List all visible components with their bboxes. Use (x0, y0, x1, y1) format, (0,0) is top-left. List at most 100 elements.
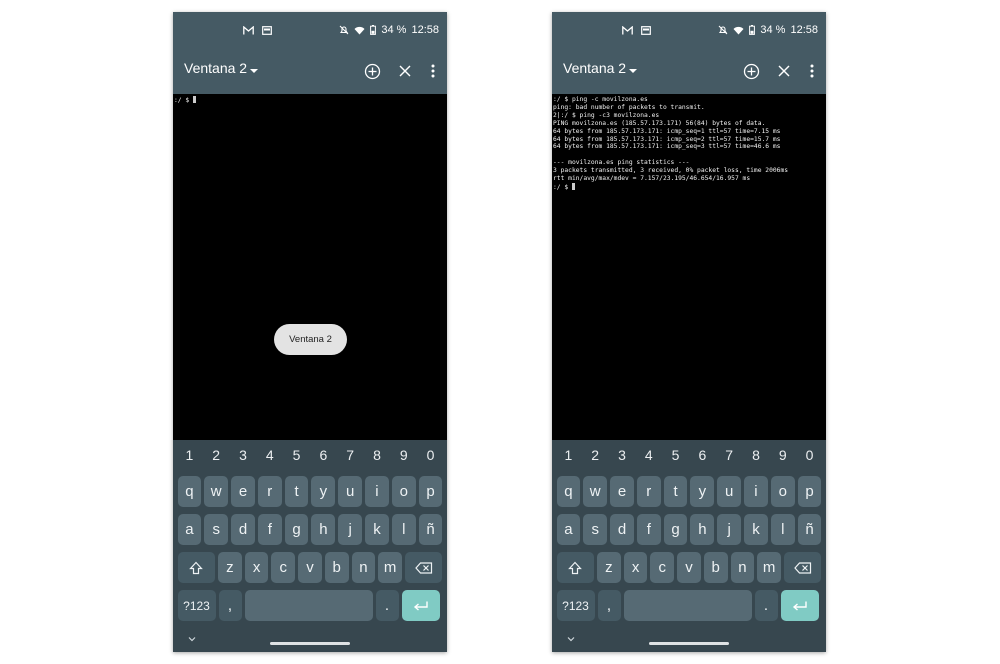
shift-key[interactable] (556, 552, 595, 583)
key-w[interactable]: w (204, 476, 229, 507)
chevron-down-icon[interactable] (566, 634, 576, 644)
key-p[interactable]: p (797, 476, 822, 507)
period-key[interactable]: . (375, 590, 399, 621)
key-n[interactable]: n (730, 552, 755, 583)
key-k[interactable]: k (365, 514, 389, 545)
gesture-handle[interactable] (270, 642, 350, 645)
key-b[interactable]: b (703, 552, 728, 583)
key-r[interactable]: r (636, 476, 661, 507)
key-s[interactable]: s (583, 514, 608, 545)
key-f[interactable]: f (257, 514, 282, 545)
symbols-key[interactable]: ?123 (177, 590, 216, 621)
key-y[interactable]: y (311, 476, 336, 507)
key-1[interactable]: 1 (176, 447, 202, 463)
key-9[interactable]: 9 (391, 447, 417, 463)
key-n[interactable]: n (351, 552, 376, 583)
enter-key[interactable] (780, 590, 819, 621)
period-key[interactable]: . (754, 590, 778, 621)
key-6[interactable]: 6 (310, 447, 336, 463)
key-d[interactable]: d (610, 514, 634, 545)
key-8[interactable]: 8 (743, 447, 769, 463)
comma-key[interactable]: , (218, 590, 242, 621)
add-window-button[interactable] (739, 59, 763, 83)
key-p[interactable]: p (418, 476, 443, 507)
key-h[interactable]: h (311, 514, 336, 545)
more-options-button[interactable] (421, 59, 445, 83)
key-a[interactable]: a (177, 514, 202, 545)
key-4[interactable]: 4 (257, 447, 283, 463)
key-2[interactable]: 2 (582, 447, 608, 463)
key-o[interactable]: o (770, 476, 795, 507)
key-l[interactable]: l (770, 514, 795, 545)
key-q[interactable]: q (556, 476, 581, 507)
key-u[interactable]: u (338, 476, 363, 507)
key-3[interactable]: 3 (230, 447, 256, 463)
key-m[interactable]: m (378, 552, 402, 583)
space-key[interactable] (244, 590, 373, 621)
key-enye[interactable]: ñ (418, 514, 443, 545)
backspace-key[interactable] (404, 552, 443, 583)
key-d[interactable]: d (231, 514, 255, 545)
gesture-handle[interactable] (649, 642, 729, 645)
comma-key[interactable]: , (597, 590, 621, 621)
key-5[interactable]: 5 (284, 447, 310, 463)
key-4[interactable]: 4 (636, 447, 662, 463)
key-h[interactable]: h (690, 514, 715, 545)
key-u[interactable]: u (717, 476, 742, 507)
backspace-key[interactable] (783, 552, 822, 583)
key-x[interactable]: x (623, 552, 648, 583)
key-enye[interactable]: ñ (797, 514, 822, 545)
add-window-button[interactable] (360, 59, 384, 83)
window-title[interactable]: Ventana 2 (563, 60, 626, 76)
key-7[interactable]: 7 (716, 447, 742, 463)
key-v[interactable]: v (677, 552, 701, 583)
key-c[interactable]: c (271, 552, 296, 583)
terminal-output[interactable]: :/ $ (173, 94, 447, 440)
key-w[interactable]: w (583, 476, 608, 507)
key-0[interactable]: 0 (418, 447, 444, 463)
close-window-button[interactable] (772, 59, 796, 83)
space-key[interactable] (623, 590, 752, 621)
key-i[interactable]: i (365, 476, 389, 507)
key-x[interactable]: x (244, 552, 269, 583)
chevron-down-icon[interactable] (187, 634, 197, 644)
close-window-button[interactable] (393, 59, 417, 83)
more-options-button[interactable] (800, 59, 824, 83)
window-title[interactable]: Ventana 2 (184, 60, 247, 76)
key-m[interactable]: m (757, 552, 781, 583)
key-g[interactable]: g (284, 514, 309, 545)
key-f[interactable]: f (636, 514, 661, 545)
key-t[interactable]: t (663, 476, 688, 507)
key-7[interactable]: 7 (337, 447, 363, 463)
key-c[interactable]: c (650, 552, 675, 583)
symbols-key[interactable]: ?123 (556, 590, 595, 621)
key-1[interactable]: 1 (555, 447, 581, 463)
key-q[interactable]: q (177, 476, 202, 507)
key-2[interactable]: 2 (203, 447, 229, 463)
key-9[interactable]: 9 (770, 447, 796, 463)
key-z[interactable]: z (597, 552, 621, 583)
terminal-output[interactable]: :/ $ ping -c movilzona.es ping: bad numb… (552, 94, 826, 440)
key-l[interactable]: l (391, 514, 416, 545)
key-i[interactable]: i (744, 476, 768, 507)
key-t[interactable]: t (284, 476, 309, 507)
key-6[interactable]: 6 (689, 447, 715, 463)
enter-key[interactable] (401, 590, 440, 621)
key-z[interactable]: z (218, 552, 242, 583)
key-5[interactable]: 5 (663, 447, 689, 463)
key-e[interactable]: e (231, 476, 255, 507)
key-k[interactable]: k (744, 514, 768, 545)
shift-key[interactable] (177, 552, 216, 583)
key-s[interactable]: s (204, 514, 229, 545)
key-a[interactable]: a (556, 514, 581, 545)
key-j[interactable]: j (338, 514, 363, 545)
key-8[interactable]: 8 (364, 447, 390, 463)
key-y[interactable]: y (690, 476, 715, 507)
key-v[interactable]: v (298, 552, 322, 583)
key-o[interactable]: o (391, 476, 416, 507)
dropdown-caret-icon[interactable] (629, 69, 637, 73)
key-e[interactable]: e (610, 476, 634, 507)
key-b[interactable]: b (324, 552, 349, 583)
key-3[interactable]: 3 (609, 447, 635, 463)
key-j[interactable]: j (717, 514, 742, 545)
